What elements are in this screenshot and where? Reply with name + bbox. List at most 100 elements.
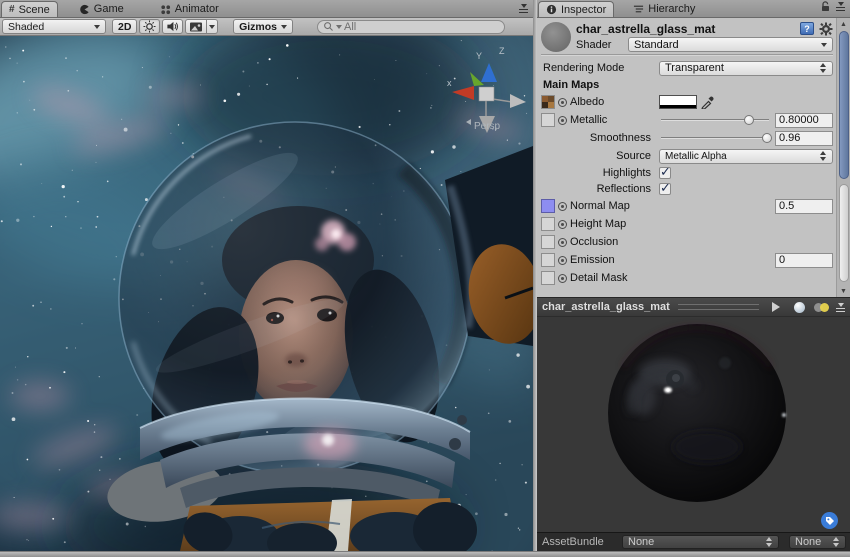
hierarchy-list-icon	[633, 4, 644, 14]
shader-dropdown[interactable]: Standard	[628, 37, 833, 52]
audio-toggle-button[interactable]	[162, 19, 183, 34]
emission-label: Emission	[570, 254, 615, 266]
shader-value: Standard	[634, 39, 679, 51]
detail-mask-row: Detail Mask	[541, 269, 833, 287]
shader-row: Shader Standard	[576, 36, 833, 53]
suit-torso	[178, 498, 477, 551]
inspector-panel: Inspector Hierarchy	[537, 0, 850, 551]
scene-grid-icon: #	[9, 4, 15, 15]
help-icon[interactable]: ?	[800, 22, 814, 35]
normal-map-target-icon[interactable]	[558, 202, 567, 211]
source-dropdown[interactable]: Metallic Alpha	[659, 149, 833, 164]
metallic-value-field[interactable]: 0.80000	[775, 113, 833, 128]
scene-panel-menu-icon[interactable]	[515, 4, 532, 13]
asset-labels-button[interactable]	[821, 512, 838, 529]
albedo-label: Albedo	[570, 96, 604, 108]
sun-icon	[143, 20, 156, 33]
normal-map-texture-slot[interactable]	[541, 199, 555, 213]
scene-viewport[interactable]: x Y Z Persp	[0, 36, 533, 551]
inspector-scrollbar[interactable]: ▲ ▼	[836, 18, 850, 297]
scroll-up-arrow[interactable]: ▲	[837, 18, 850, 30]
tag-icon	[825, 516, 835, 526]
updown-arrows-icon	[820, 63, 827, 73]
tab-hierarchy[interactable]: Hierarchy	[626, 1, 702, 17]
tab-scene[interactable]: # Scene	[1, 1, 58, 17]
source-label: Source	[541, 150, 659, 162]
preview-play-button[interactable]	[767, 300, 785, 314]
normal-map-value-field[interactable]: 0.5	[775, 199, 833, 214]
scroll-down-arrow[interactable]: ▼	[837, 285, 850, 297]
scene-panel: # Scene Game Animator	[0, 0, 533, 551]
material-thumbnail[interactable]	[541, 22, 571, 52]
preview-menu-icon[interactable]	[836, 303, 845, 312]
metallic-label: Metallic	[570, 114, 607, 126]
info-icon	[546, 4, 557, 15]
metallic-slider-handle[interactable]	[744, 115, 754, 125]
assetbundle-variant-value: None	[795, 536, 821, 548]
image-icon	[189, 21, 203, 33]
albedo-target-icon[interactable]	[558, 98, 567, 107]
highlights-checkbox[interactable]	[659, 167, 671, 179]
scrollbar-track-segment[interactable]	[839, 184, 849, 282]
detail-mask-texture-slot[interactable]	[541, 271, 555, 285]
highlights-label: Highlights	[541, 167, 659, 179]
eyedropper-icon[interactable]	[701, 96, 714, 109]
tab-inspector[interactable]: Inspector	[538, 1, 614, 17]
metallic-target-icon[interactable]	[558, 116, 567, 125]
highlights-row: Highlights	[541, 165, 833, 181]
inspector-panel-menu	[817, 1, 849, 12]
tab-game-label: Game	[94, 3, 124, 15]
smoothness-slider-handle[interactable]	[762, 133, 772, 143]
detail-mask-target-icon[interactable]	[558, 274, 567, 283]
scene-tabbar: # Scene Game Animator	[0, 0, 533, 18]
preview-shape-button[interactable]	[790, 300, 808, 314]
emission-texture-slot[interactable]	[541, 253, 555, 267]
assetbundle-dropdown[interactable]: None	[622, 535, 779, 549]
search-filter-caret-icon	[336, 25, 342, 29]
albedo-color-swatch[interactable]	[659, 95, 697, 109]
metallic-slider[interactable]	[659, 113, 771, 127]
lighting-toggle-button[interactable]	[139, 19, 160, 34]
preview-lighting-button[interactable]	[813, 300, 831, 314]
occlusion-target-icon[interactable]	[558, 238, 567, 247]
tab-game[interactable]: Game	[72, 1, 131, 17]
inspector-menu-icon[interactable]	[836, 2, 845, 11]
effects-dropdown-arrow[interactable]	[207, 19, 218, 34]
material-preview[interactable]	[537, 317, 850, 532]
normal-map-label: Normal Map	[570, 200, 630, 212]
shading-mode-dropdown[interactable]: Shaded	[2, 19, 106, 34]
gizmos-label: Gizmos	[239, 21, 277, 33]
preview-drag-handle[interactable]	[678, 304, 759, 310]
reflections-checkbox[interactable]	[659, 183, 671, 195]
tab-animator[interactable]: Animator	[153, 1, 226, 17]
preview-title: char_astrella_glass_mat	[542, 301, 670, 313]
gear-icon[interactable]	[819, 22, 833, 36]
height-map-texture-slot[interactable]	[541, 217, 555, 231]
gizmo-persp-label[interactable]: Persp	[474, 121, 501, 132]
lock-icon[interactable]	[821, 1, 830, 12]
gizmos-dropdown[interactable]: Gizmos	[233, 19, 293, 34]
smoothness-value-field[interactable]: 0.96	[775, 131, 833, 146]
play-icon	[772, 302, 780, 312]
smoothness-label: Smoothness	[541, 132, 659, 144]
occlusion-texture-slot[interactable]	[541, 235, 555, 249]
preview-header[interactable]: char_astrella_glass_mat	[537, 297, 850, 317]
smoothness-slider[interactable]	[659, 131, 771, 145]
shader-label: Shader	[576, 39, 622, 51]
gizmo-x-label: x	[447, 78, 452, 88]
albedo-texture-slot[interactable]	[541, 95, 555, 109]
tab-hierarchy-label: Hierarchy	[648, 3, 695, 15]
chevron-down-icon	[209, 25, 215, 29]
chevron-down-icon	[94, 25, 100, 29]
effects-toggle-button[interactable]	[185, 19, 207, 34]
emission-target-icon[interactable]	[558, 256, 567, 265]
scene-search-field[interactable]: All	[317, 20, 505, 34]
height-map-target-icon[interactable]	[558, 220, 567, 229]
tab-scene-label: Scene	[19, 4, 50, 16]
assetbundle-variant-dropdown[interactable]: None	[789, 535, 846, 549]
emission-value-field[interactable]: 0	[775, 253, 833, 268]
rendering-mode-dropdown[interactable]: Transparent	[659, 61, 833, 76]
toggle-2d-button[interactable]: 2D	[112, 19, 137, 34]
metallic-texture-slot[interactable]	[541, 113, 555, 127]
scrollbar-thumb[interactable]	[839, 31, 849, 179]
